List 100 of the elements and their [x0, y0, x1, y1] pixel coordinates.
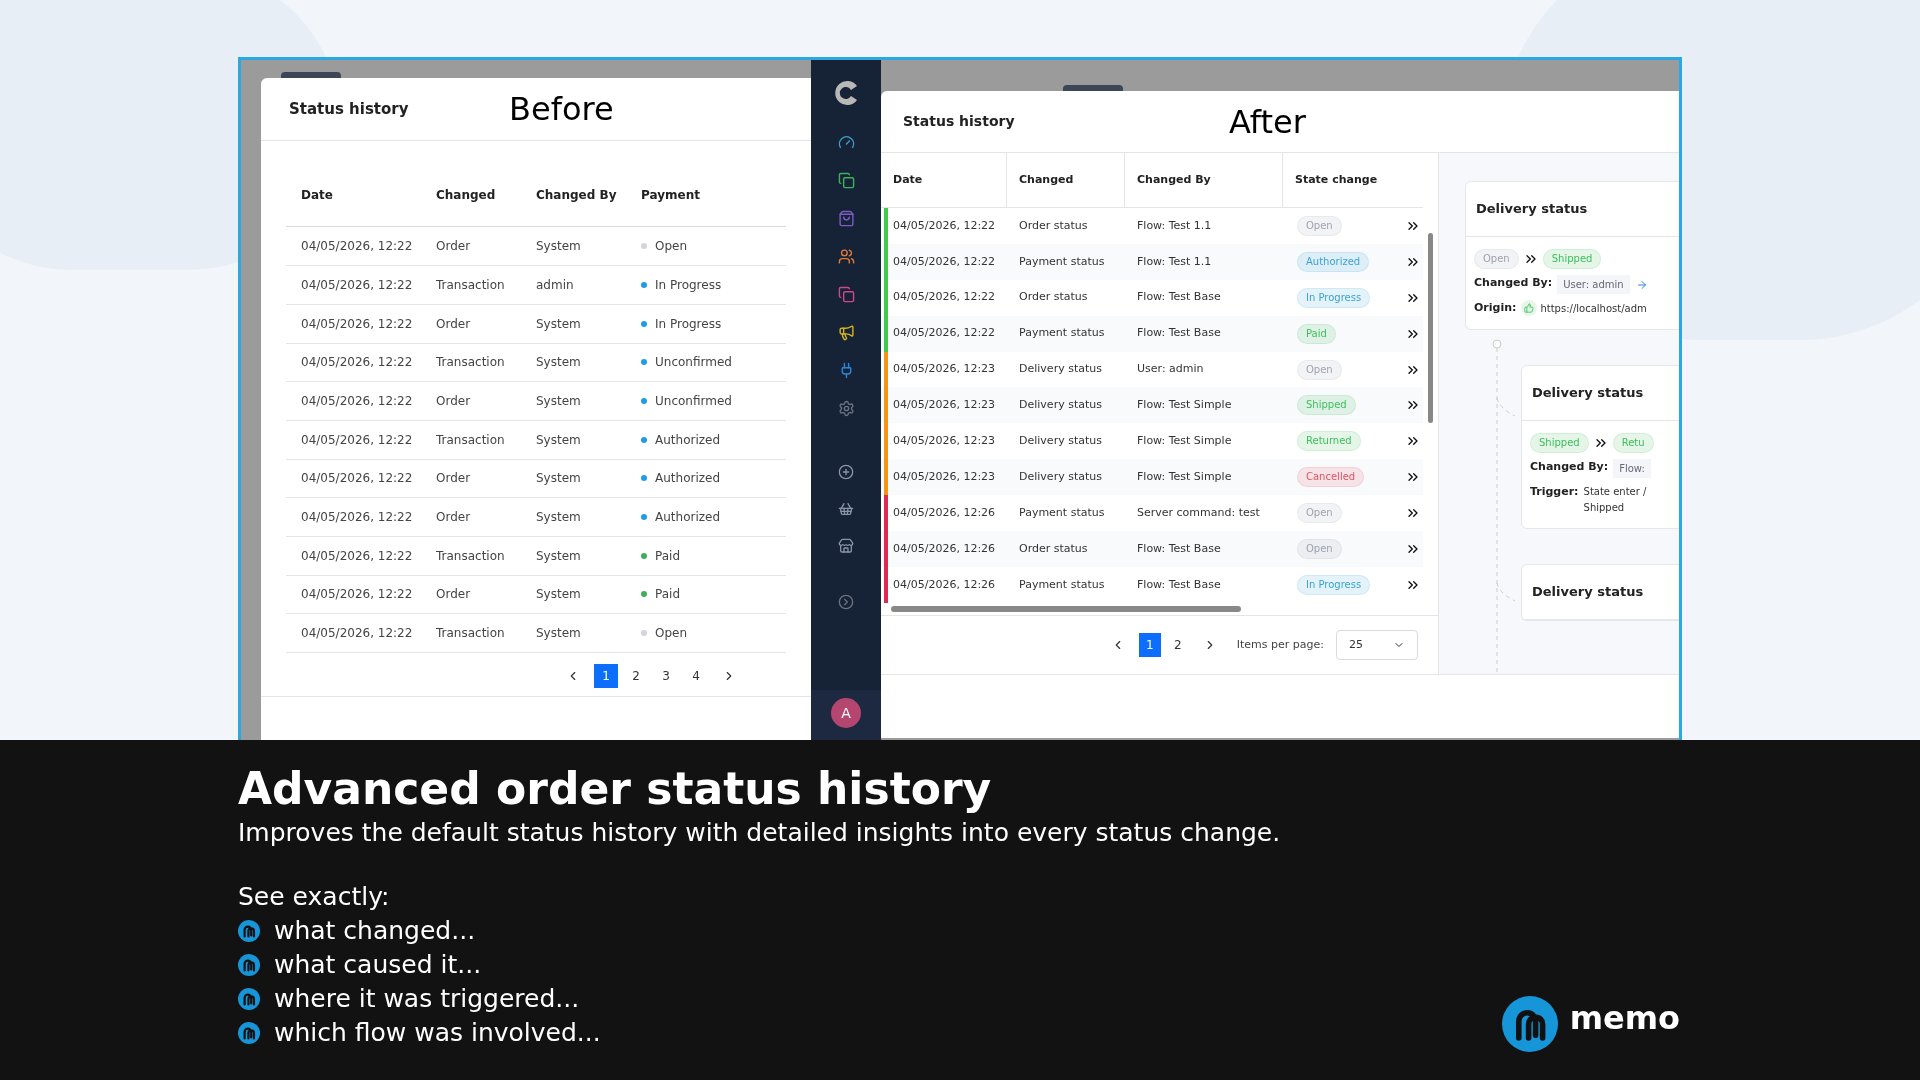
store-icon[interactable] — [838, 538, 854, 554]
settings-icon[interactable] — [837, 400, 855, 417]
page-button[interactable]: 4 — [684, 664, 708, 688]
table-cell-text: Order — [436, 509, 472, 527]
table-cell-text: 04/05/2026, 12:22 — [300, 276, 414, 294]
bag-icon[interactable] — [837, 210, 855, 227]
table-cell-text: 04/05/2026, 12:26 — [892, 504, 997, 521]
table-cell-text: Paid — [655, 586, 680, 604]
table-cell-text: Order — [436, 470, 472, 488]
table-cell-text: Order status — [1018, 217, 1089, 234]
column-header: Date — [300, 186, 334, 204]
tab-handle — [281, 72, 341, 79]
tab-handle — [1063, 85, 1123, 91]
copy-icon[interactable] — [837, 172, 855, 189]
status-badge: Retu — [1612, 432, 1654, 453]
table-cell-text: In Progress — [655, 315, 722, 333]
table-cell-text: System — [536, 470, 582, 488]
table-cell-text: 04/05/2026, 12:22 — [300, 470, 414, 488]
table-cell-text: Flow: Test Simple — [1136, 433, 1233, 450]
table-cell-text: Paid — [655, 547, 680, 565]
promo-heading: Advanced order status history — [238, 762, 993, 816]
table-cell-text: Flow: Test Base — [1136, 540, 1222, 557]
table-cell-text: Payment status — [1018, 253, 1106, 270]
card-title: Delivery status — [1532, 383, 1644, 402]
table-cell-text: Delivery status — [1018, 433, 1103, 450]
brand-name: memo — [1569, 998, 1680, 1039]
status-badge: In Progress — [1297, 574, 1371, 595]
field-label: Origin: — [1474, 300, 1517, 316]
table-cell-text: 04/05/2026, 12:22 — [892, 289, 997, 306]
status-badge: Shipped — [1530, 432, 1589, 453]
card-title: Delivery status — [1532, 582, 1644, 601]
table-cell-text: Transaction — [436, 431, 506, 449]
changed-by-chip: User: admin — [1557, 275, 1630, 294]
table-cell-text: 04/05/2026, 12:23 — [892, 397, 997, 414]
bullet-icon — [238, 1022, 260, 1044]
table-cell-text: Unconfirmed — [655, 393, 732, 411]
page-button[interactable]: 3 — [654, 664, 678, 688]
expand-icon[interactable] — [838, 594, 854, 610]
bullet-text: what changed... — [274, 915, 476, 948]
table-cell-text: Payment status — [1018, 576, 1106, 593]
table-cell-text: Order status — [1018, 540, 1089, 557]
panel-title: Status history — [903, 112, 1016, 131]
table-cell-text: System — [536, 509, 582, 527]
table-cell-text: 04/05/2026, 12:22 — [300, 509, 414, 527]
status-badge: Returned — [1297, 431, 1361, 452]
field-label: Changed By: — [1474, 275, 1553, 291]
table-cell-text: Server command: test — [1136, 504, 1261, 521]
table-cell-text: Flow: Test Simple — [1136, 397, 1233, 414]
table-cell-text: 04/05/2026, 12:23 — [892, 433, 997, 450]
changed-by-chip: Flow: — [1613, 458, 1651, 478]
table-cell-text: Transaction — [436, 354, 506, 372]
status-badge: Shipped — [1542, 249, 1602, 269]
page-button[interactable]: 1 — [594, 664, 618, 688]
table-cell-text: Order — [436, 238, 472, 256]
table-cell-text: System — [536, 431, 582, 449]
basket-icon[interactable] — [838, 501, 854, 517]
user-avatar[interactable]: A — [831, 698, 861, 728]
table-cell-text: Order — [436, 315, 472, 333]
table-cell-text: System — [536, 547, 582, 565]
bullet-icon — [238, 988, 260, 1010]
table-cell-text: Order — [436, 393, 472, 411]
gauge-icon[interactable] — [837, 134, 855, 151]
column-header: Changed By — [536, 186, 618, 204]
page-button[interactable]: 1 — [1138, 632, 1161, 657]
items-per-page-select[interactable]: 25 — [1336, 629, 1418, 660]
status-badge: Cancelled — [1297, 467, 1365, 488]
card-title: Delivery status — [1476, 200, 1588, 219]
column-header: Date — [881, 153, 1007, 207]
bullet-icon — [238, 954, 260, 976]
page-button[interactable]: 2 — [1166, 632, 1189, 657]
trigger-text: State enter / Shipped — [1583, 484, 1648, 515]
origin-url[interactable]: https://localhost/adm — [1540, 300, 1647, 316]
table-cell-text: In Progress — [655, 276, 722, 294]
table-cell-text: Transaction — [436, 547, 506, 565]
promo-subtitle: Improves the default status history with detailed insights into every status change. — [238, 817, 1282, 849]
table-cell-text: 04/05/2026, 12:22 — [300, 431, 414, 449]
table-cell-text: System — [536, 238, 582, 256]
panel-title: Status history — [289, 99, 410, 121]
table-cell-text: admin — [536, 276, 575, 294]
table-cell-text: Flow: Test 1.1 — [1136, 217, 1213, 234]
table-cell-text: Delivery status — [1018, 397, 1103, 414]
table-cell-text: System — [536, 586, 582, 604]
table-cell-text: System — [536, 315, 582, 333]
users-icon[interactable] — [837, 248, 855, 265]
status-badge: Open — [1297, 215, 1342, 236]
status-badge: Shipped — [1297, 395, 1356, 416]
bullet-text: what caused it... — [274, 949, 482, 982]
page-button[interactable]: 2 — [624, 664, 648, 688]
table-cell-text: 04/05/2026, 12:22 — [892, 325, 997, 342]
table-cell-text: 04/05/2026, 12:26 — [892, 540, 997, 557]
table-cell-text: Flow: Test Simple — [1136, 468, 1233, 485]
list-icon[interactable] — [837, 286, 855, 303]
status-badge: Paid — [1297, 323, 1336, 344]
table-cell-text: Order — [436, 586, 472, 604]
plus-circle-icon[interactable] — [838, 464, 854, 480]
column-header: Changed By — [1125, 153, 1283, 207]
megaphone-icon[interactable] — [837, 324, 855, 341]
table-cell-text: Flow: Test 1.1 — [1136, 253, 1213, 270]
table-cell-text: Flow: Test Base — [1136, 576, 1222, 593]
bullet-text: where it was triggered... — [274, 983, 580, 1016]
